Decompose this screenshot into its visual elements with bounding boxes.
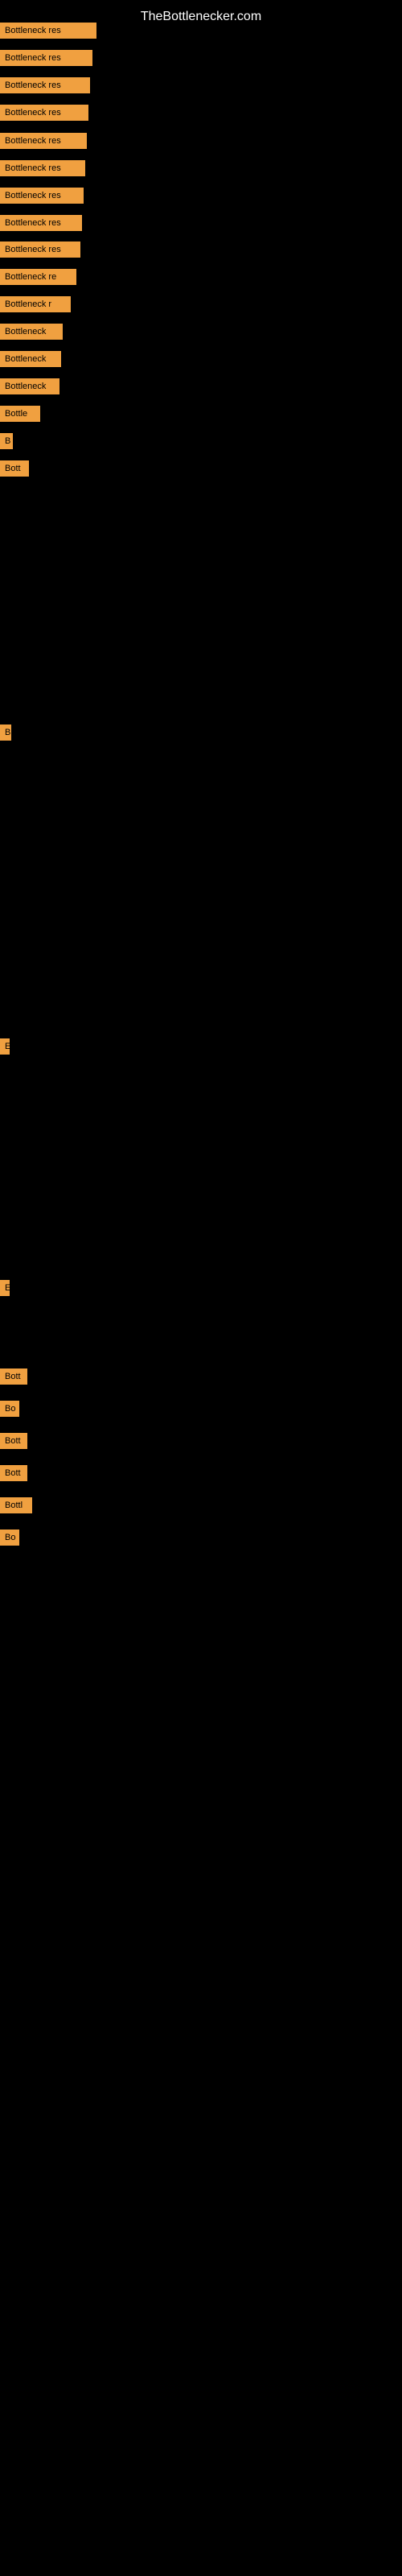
- bottleneck-button-26[interactable]: Bo: [0, 1530, 19, 1546]
- bottleneck-button-12[interactable]: Bottleneck: [0, 324, 63, 340]
- bottleneck-button-19[interactable]: E: [0, 1038, 10, 1055]
- bottleneck-button-15[interactable]: Bottle: [0, 406, 40, 422]
- bottleneck-button-13[interactable]: Bottleneck: [0, 351, 61, 367]
- bottleneck-button-10[interactable]: Bottleneck re: [0, 269, 76, 285]
- bottleneck-button-3[interactable]: Bottleneck res: [0, 77, 90, 93]
- bottleneck-button-22[interactable]: Bo: [0, 1401, 19, 1417]
- bottleneck-button-6[interactable]: Bottleneck res: [0, 160, 85, 176]
- bottleneck-button-23[interactable]: Bott: [0, 1433, 27, 1449]
- bottleneck-button-21[interactable]: Bott: [0, 1368, 27, 1385]
- bottleneck-button-2[interactable]: Bottleneck res: [0, 50, 92, 66]
- bottleneck-button-17[interactable]: Bott: [0, 460, 29, 477]
- bottleneck-button-8[interactable]: Bottleneck res: [0, 215, 82, 231]
- bottleneck-button-20[interactable]: E: [0, 1280, 10, 1296]
- bottleneck-button-18[interactable]: B: [0, 724, 11, 741]
- bottleneck-button-1[interactable]: Bottleneck res: [0, 23, 96, 39]
- bottleneck-button-4[interactable]: Bottleneck res: [0, 105, 88, 121]
- bottleneck-button-5[interactable]: Bottleneck res: [0, 133, 87, 149]
- bottleneck-button-24[interactable]: Bott: [0, 1465, 27, 1481]
- bottleneck-button-16[interactable]: B: [0, 433, 13, 449]
- bottleneck-button-7[interactable]: Bottleneck res: [0, 188, 84, 204]
- bottleneck-button-9[interactable]: Bottleneck res: [0, 242, 80, 258]
- bottleneck-button-25[interactable]: Bottl: [0, 1497, 32, 1513]
- bottleneck-button-14[interactable]: Bottleneck: [0, 378, 59, 394]
- bottleneck-button-11[interactable]: Bottleneck r: [0, 296, 71, 312]
